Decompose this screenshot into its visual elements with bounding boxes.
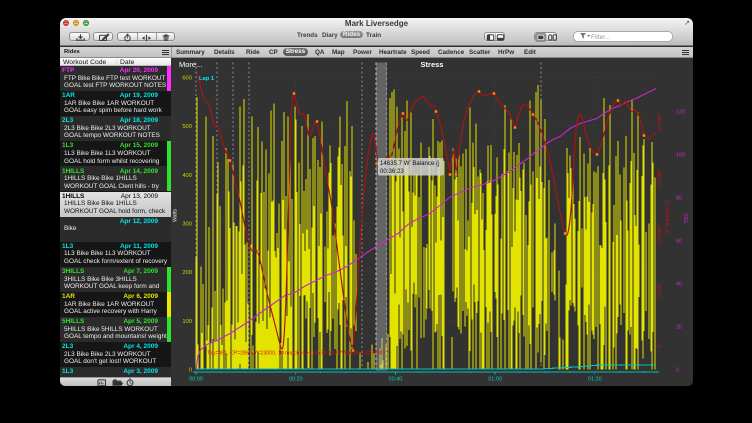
svg-text:00:20: 00:20 — [289, 376, 303, 382]
svg-text:TSS: TSS — [684, 212, 690, 223]
svg-text:W' Balance (J): W' Balance (J) — [665, 199, 671, 233]
svg-text:01:00: 01:00 — [488, 376, 502, 382]
svg-text:0: 0 — [657, 344, 663, 347]
svg-text:10,000: 10,000 — [657, 226, 663, 243]
svg-text:20: 20 — [676, 324, 682, 330]
svg-text:00:40: 00:40 — [389, 376, 403, 382]
svg-text:Lap 1: Lap 1 — [199, 76, 215, 82]
svg-text:Tau=461, CP=286, W'=23000, 18: Tau=461, CP=286, W'=23000, 18 matches >2… — [207, 350, 389, 356]
svg-text:500: 500 — [182, 124, 192, 130]
svg-text:20,000: 20,000 — [657, 114, 663, 131]
svg-text:120: 120 — [676, 109, 685, 115]
svg-text:60: 60 — [676, 238, 682, 244]
svg-text:0: 0 — [676, 367, 679, 373]
svg-text:5,000: 5,000 — [657, 283, 663, 297]
svg-text:100: 100 — [182, 318, 192, 324]
svg-text:200: 200 — [182, 270, 192, 276]
svg-text:Watts: Watts — [173, 208, 179, 221]
svg-text:600: 600 — [182, 75, 192, 81]
svg-text:100: 100 — [676, 152, 685, 158]
svg-text:15,000: 15,000 — [657, 170, 663, 187]
svg-text:00:00: 00:00 — [189, 376, 203, 382]
svg-text:300: 300 — [182, 221, 192, 227]
svg-text:80: 80 — [676, 195, 682, 201]
svg-text:Stress: Stress — [421, 60, 444, 69]
svg-text:40: 40 — [676, 281, 682, 287]
svg-text:01:20: 01:20 — [588, 376, 602, 382]
svg-text:More...: More... — [179, 60, 202, 69]
svg-text:400: 400 — [182, 172, 192, 178]
svg-text:00:36:23: 00:36:23 — [380, 167, 404, 174]
svg-text:14635.7 W' Balance (j: 14635.7 W' Balance (j — [380, 160, 439, 167]
svg-text:0: 0 — [189, 367, 192, 373]
